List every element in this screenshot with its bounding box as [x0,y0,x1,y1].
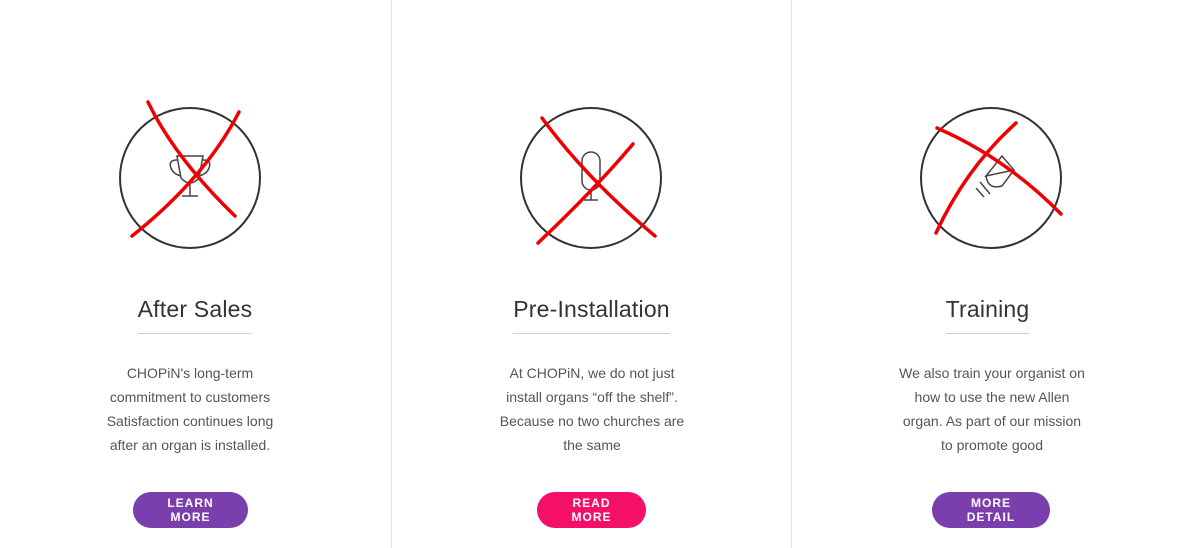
service-training: Training We also train your organist on … [791,0,1183,548]
service-description: CHOPiN's long-term commitment to custome… [106,365,274,453]
learn-more-button[interactable]: LEARN MORE [133,492,248,528]
read-more-button[interactable]: READ MORE [537,492,646,528]
microphone-icon [516,98,666,249]
service-description: We also train your organist on how to us… [899,365,1085,453]
trophy-icon [115,98,265,249]
service-pre-installation: Pre-Installation At CHOPiN, we do not ju… [391,0,791,548]
service-title: Pre-Installation [513,296,670,334]
more-detail-button[interactable]: MORE DETAIL [932,492,1050,528]
service-description: At CHOPiN, we do not just install organs… [499,365,685,453]
services-section: After Sales CHOPiN's long-term commitmen… [0,0,1183,548]
service-title: After Sales [137,296,253,334]
megaphone-icon [916,98,1066,249]
service-title: Training [945,296,1030,334]
service-after-sales: After Sales CHOPiN's long-term commitmen… [0,0,400,548]
